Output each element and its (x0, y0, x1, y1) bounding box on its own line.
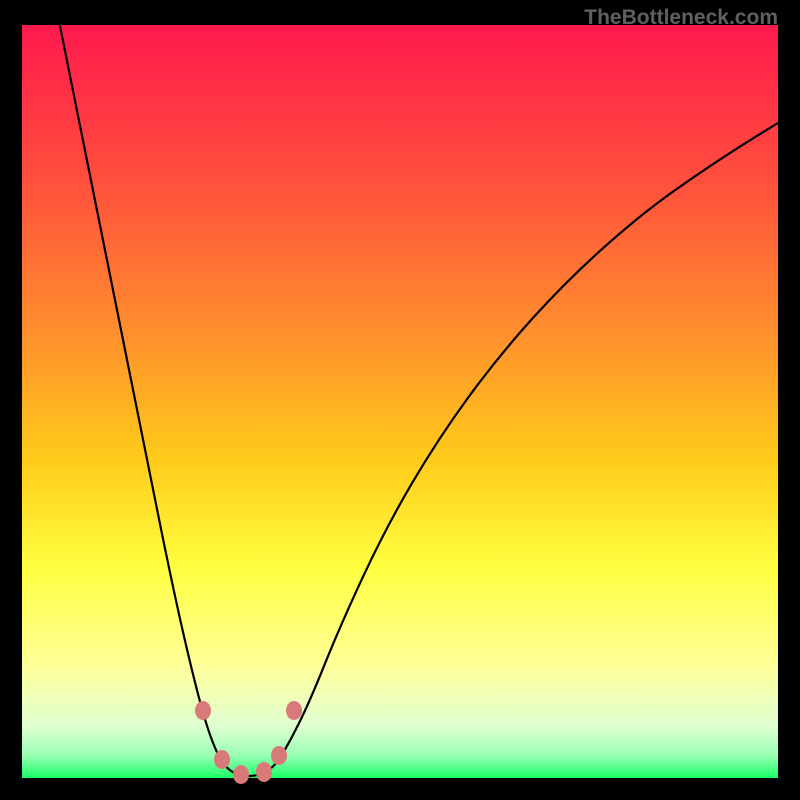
chart-container: TheBottleneck.com (0, 0, 800, 800)
curve-marker (256, 762, 272, 781)
curve-marker (214, 750, 230, 769)
chart-area (22, 25, 778, 778)
watermark-text: TheBottleneck.com (584, 6, 778, 30)
curve-marker (271, 746, 287, 765)
curve-marker (233, 765, 249, 784)
bottleneck-curve (22, 25, 778, 778)
curve-marker (286, 701, 302, 720)
